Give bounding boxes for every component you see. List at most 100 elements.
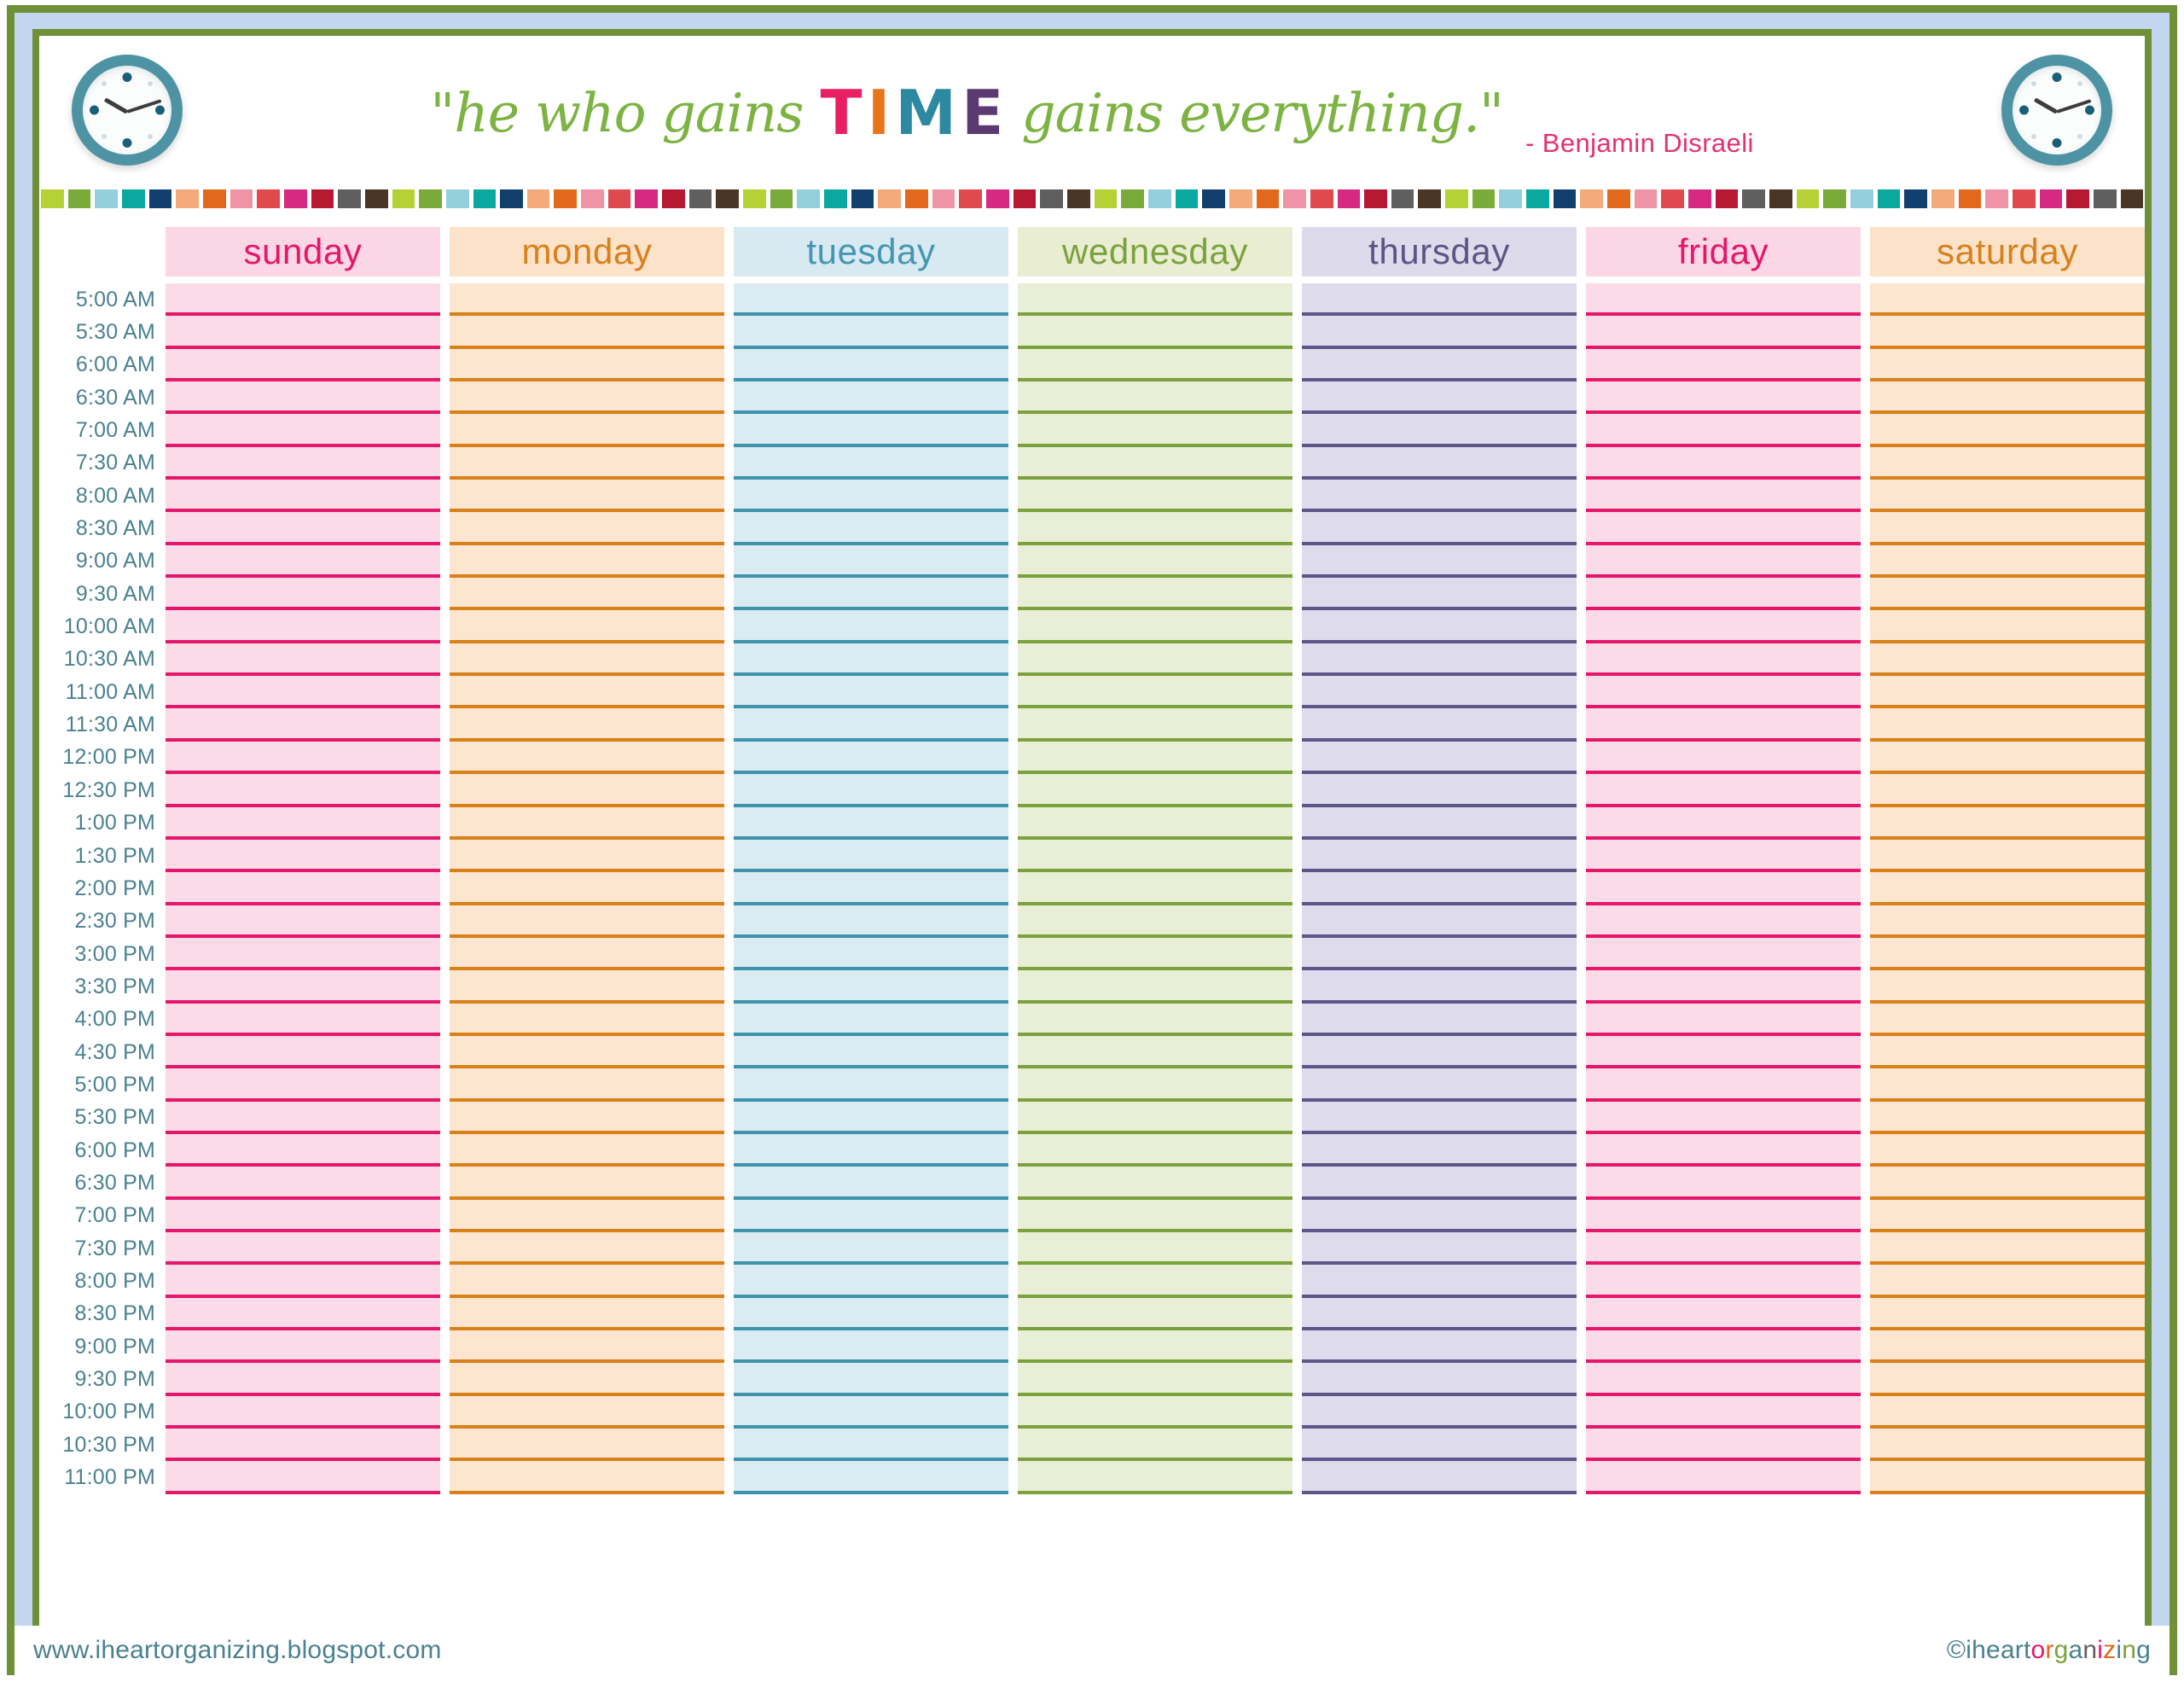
schedule-slot[interactable]: [450, 839, 724, 873]
schedule-slot[interactable]: [734, 544, 1008, 579]
schedule-slot[interactable]: [450, 1003, 724, 1036]
schedule-slot[interactable]: [1586, 1461, 1861, 1494]
schedule-slot[interactable]: [450, 578, 724, 611]
schedule-slot[interactable]: [166, 872, 440, 905]
schedule-slot[interactable]: [734, 1330, 1008, 1364]
schedule-slot[interactable]: [1870, 1231, 2145, 1266]
schedule-slot[interactable]: [450, 1429, 724, 1462]
schedule-slot[interactable]: [734, 937, 1008, 971]
schedule-slot[interactable]: [1870, 970, 2145, 1004]
schedule-slot[interactable]: [734, 512, 1008, 545]
schedule-slot[interactable]: [1586, 676, 1861, 709]
schedule-slot[interactable]: [1870, 643, 2145, 677]
schedule-slot[interactable]: [1870, 283, 2145, 317]
schedule-slot[interactable]: [734, 414, 1008, 447]
schedule-slot[interactable]: [1870, 774, 2145, 807]
schedule-slot[interactable]: [450, 708, 724, 742]
schedule-slot[interactable]: [1870, 1167, 2145, 1200]
schedule-slot[interactable]: [1018, 316, 1292, 349]
schedule-slot[interactable]: [1586, 1133, 1861, 1167]
schedule-slot[interactable]: [1018, 1363, 1292, 1396]
schedule-slot[interactable]: [1870, 512, 2145, 545]
schedule-slot[interactable]: [734, 676, 1008, 709]
schedule-slot[interactable]: [734, 905, 1008, 938]
schedule-slot[interactable]: [1586, 806, 1861, 840]
schedule-slot[interactable]: [734, 872, 1008, 905]
schedule-slot[interactable]: [1586, 512, 1861, 545]
schedule-slot[interactable]: [1870, 1363, 2145, 1396]
schedule-slot[interactable]: [1586, 381, 1861, 415]
schedule-slot[interactable]: [166, 676, 440, 709]
schedule-slot[interactable]: [1586, 544, 1861, 579]
schedule-slot[interactable]: [734, 348, 1008, 382]
schedule-slot[interactable]: [1018, 1035, 1292, 1069]
schedule-slot[interactable]: [1302, 1199, 1577, 1232]
schedule-slot[interactable]: [166, 1363, 440, 1396]
schedule-slot[interactable]: [1302, 839, 1577, 873]
schedule-slot[interactable]: [1870, 872, 2145, 905]
schedule-slot[interactable]: [166, 512, 440, 545]
schedule-slot[interactable]: [734, 1167, 1008, 1200]
schedule-slot[interactable]: [166, 283, 440, 317]
schedule-slot[interactable]: [450, 316, 724, 349]
schedule-slot[interactable]: [1586, 1265, 1861, 1298]
schedule-slot[interactable]: [1870, 544, 2145, 579]
schedule-slot[interactable]: [1302, 1101, 1577, 1134]
schedule-slot[interactable]: [166, 348, 440, 382]
schedule-slot[interactable]: [1302, 1167, 1577, 1200]
schedule-slot[interactable]: [1586, 774, 1861, 807]
schedule-slot[interactable]: [1870, 316, 2145, 349]
schedule-slot[interactable]: [450, 283, 724, 317]
schedule-slot[interactable]: [1018, 1101, 1292, 1134]
schedule-slot[interactable]: [1018, 1231, 1292, 1266]
schedule-slot[interactable]: [1586, 1199, 1861, 1232]
schedule-slot[interactable]: [1018, 1297, 1292, 1330]
schedule-slot[interactable]: [1586, 643, 1861, 677]
schedule-slot[interactable]: [1586, 1429, 1861, 1462]
schedule-slot[interactable]: [1302, 1395, 1577, 1429]
schedule-slot[interactable]: [1302, 446, 1577, 480]
schedule-slot[interactable]: [1586, 446, 1861, 480]
schedule-slot[interactable]: [166, 708, 440, 742]
schedule-slot[interactable]: [1870, 676, 2145, 709]
schedule-slot[interactable]: [166, 446, 440, 480]
schedule-slot[interactable]: [450, 1330, 724, 1364]
schedule-slot[interactable]: [1586, 283, 1861, 317]
schedule-slot[interactable]: [1586, 578, 1861, 611]
schedule-slot[interactable]: [1018, 1167, 1292, 1200]
schedule-slot[interactable]: [1870, 1035, 2145, 1069]
schedule-slot[interactable]: [1302, 1363, 1577, 1396]
schedule-slot[interactable]: [1586, 1330, 1861, 1364]
schedule-slot[interactable]: [1018, 1461, 1292, 1494]
schedule-slot[interactable]: [1870, 610, 2145, 643]
schedule-slot[interactable]: [1018, 741, 1292, 775]
schedule-slot[interactable]: [1018, 283, 1292, 317]
schedule-slot[interactable]: [1302, 316, 1577, 349]
schedule-slot[interactable]: [1870, 1133, 2145, 1167]
schedule-slot[interactable]: [1018, 1265, 1292, 1298]
footer-url[interactable]: www.iheartorganizing.blogspot.com: [33, 1636, 442, 1665]
schedule-slot[interactable]: [1586, 1101, 1861, 1134]
schedule-slot[interactable]: [1586, 741, 1861, 775]
schedule-slot[interactable]: [166, 480, 440, 513]
schedule-slot[interactable]: [1870, 1265, 2145, 1298]
schedule-slot[interactable]: [1302, 1297, 1577, 1330]
schedule-slot[interactable]: [734, 1101, 1008, 1134]
schedule-slot[interactable]: [166, 1101, 440, 1134]
schedule-slot[interactable]: [166, 1265, 440, 1298]
schedule-slot[interactable]: [1586, 872, 1861, 905]
schedule-slot[interactable]: [450, 1101, 724, 1134]
schedule-slot[interactable]: [1018, 381, 1292, 415]
schedule-slot[interactable]: [734, 774, 1008, 807]
schedule-slot[interactable]: [734, 970, 1008, 1004]
schedule-slot[interactable]: [1586, 1363, 1861, 1396]
schedule-slot[interactable]: [1586, 1167, 1861, 1200]
schedule-slot[interactable]: [166, 1395, 440, 1429]
schedule-slot[interactable]: [1586, 348, 1861, 382]
schedule-slot[interactable]: [450, 1068, 724, 1102]
schedule-slot[interactable]: [1870, 1199, 2145, 1232]
schedule-slot[interactable]: [1870, 578, 2145, 611]
schedule-slot[interactable]: [734, 1003, 1008, 1036]
schedule-slot[interactable]: [734, 1265, 1008, 1298]
schedule-slot[interactable]: [1302, 643, 1577, 677]
